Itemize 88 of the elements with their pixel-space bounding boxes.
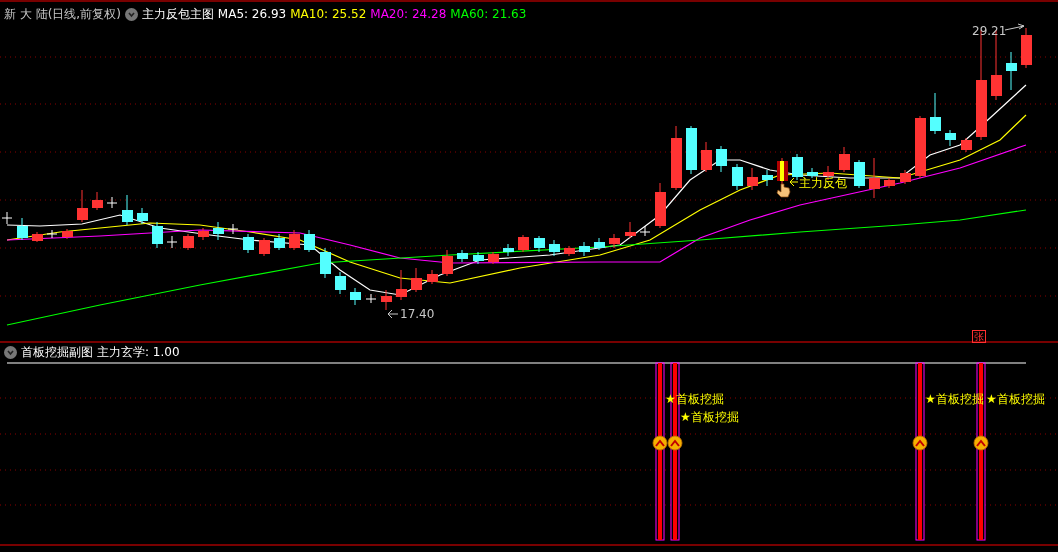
candlestick bbox=[655, 182, 666, 229]
moving-average-value: MA10: 25.52 bbox=[290, 6, 367, 22]
sub-chart-title: 首板挖掘副图 bbox=[21, 344, 93, 360]
candlestick bbox=[243, 233, 254, 254]
candlestick bbox=[961, 137, 972, 153]
candlestick bbox=[442, 249, 453, 277]
candlestick bbox=[900, 169, 911, 185]
candlestick bbox=[350, 287, 361, 306]
candlestick bbox=[46, 229, 58, 239]
candlestick bbox=[915, 115, 926, 179]
candlestick bbox=[457, 249, 468, 263]
candlestick bbox=[732, 163, 743, 191]
candlestick bbox=[1021, 27, 1032, 69]
candlestick bbox=[777, 157, 788, 185]
arrow-icon bbox=[789, 177, 799, 187]
chevron-up-icon bbox=[912, 435, 928, 451]
candlestick bbox=[274, 233, 285, 251]
candlestick bbox=[259, 237, 270, 257]
candlestick bbox=[166, 235, 178, 249]
candlestick bbox=[320, 247, 331, 279]
candlestick bbox=[564, 245, 575, 257]
candlestick bbox=[625, 221, 636, 239]
chevron-up-icon bbox=[667, 435, 683, 451]
indicator-value: 主力玄学: 1.00 bbox=[97, 344, 180, 360]
candlestick bbox=[945, 129, 956, 147]
candlestick bbox=[594, 237, 605, 251]
chevron-up-icon bbox=[652, 435, 668, 451]
moving-average-value: MA60: 21.63 bbox=[450, 6, 527, 22]
candlestick bbox=[122, 194, 133, 226]
candlestick bbox=[503, 243, 514, 257]
candlestick bbox=[884, 177, 895, 189]
arrow-icon bbox=[387, 309, 399, 319]
candlestick bbox=[701, 141, 712, 173]
candlestick bbox=[17, 217, 28, 241]
candlestick bbox=[549, 239, 560, 257]
candlestick bbox=[365, 293, 377, 304]
candlestick bbox=[396, 269, 407, 301]
candlestick bbox=[854, 159, 865, 189]
signal-label: 主力反包 bbox=[799, 176, 847, 190]
signal-label: ★首板挖掘 bbox=[986, 391, 1045, 407]
chevron-up-icon bbox=[973, 435, 989, 451]
candlestick bbox=[762, 169, 773, 187]
candlestick bbox=[227, 223, 239, 235]
dropdown-icon[interactable] bbox=[124, 7, 138, 21]
candlestick bbox=[381, 289, 392, 311]
candlestick bbox=[518, 234, 529, 253]
candlestick bbox=[930, 92, 941, 135]
candlestick bbox=[579, 241, 590, 257]
candlestick bbox=[198, 227, 209, 241]
dropdown-icon[interactable] bbox=[4, 345, 17, 359]
candlestick bbox=[716, 145, 727, 173]
candlestick bbox=[534, 235, 545, 253]
candlestick bbox=[32, 231, 43, 243]
chart-title: 新 大 陆(日线,前复权) bbox=[4, 6, 121, 22]
moving-average-value: MA20: 24.28 bbox=[370, 6, 447, 22]
candlestick bbox=[869, 157, 880, 199]
low-price-label: 17.40 bbox=[400, 307, 435, 321]
arrow-icon bbox=[1004, 23, 1025, 31]
candlestick bbox=[152, 221, 163, 249]
candlestick bbox=[1, 211, 13, 225]
high-price-label: 29.21 bbox=[972, 24, 1007, 38]
candlestick bbox=[77, 189, 88, 223]
candlestick bbox=[62, 228, 73, 240]
candlestick bbox=[747, 167, 758, 191]
candlestick bbox=[473, 251, 484, 265]
signal-label: ★首板挖掘 bbox=[680, 409, 739, 425]
candlestick bbox=[488, 251, 499, 265]
candlestick bbox=[304, 229, 315, 253]
candlestick bbox=[183, 233, 194, 251]
indicator-name: 主力反包主图 bbox=[141, 6, 214, 22]
candlestick bbox=[686, 125, 697, 175]
candlestick bbox=[1006, 51, 1017, 91]
candlestick bbox=[807, 167, 818, 179]
candlestick bbox=[335, 271, 346, 295]
candlestick bbox=[92, 191, 103, 211]
candlestick bbox=[839, 146, 850, 173]
candlestick bbox=[639, 225, 651, 237]
candlestick bbox=[106, 196, 118, 209]
candlestick bbox=[213, 221, 224, 241]
hand-pointer-icon bbox=[776, 183, 791, 198]
candlestick bbox=[411, 267, 422, 293]
limit-up-badge: 张 bbox=[972, 330, 986, 343]
candlestick bbox=[289, 229, 300, 251]
candlestick bbox=[137, 207, 148, 225]
candlestick bbox=[609, 233, 620, 249]
moving-average-value: MA5: 26.93 bbox=[217, 6, 287, 22]
candlestick bbox=[671, 125, 682, 191]
candlestick bbox=[427, 269, 438, 285]
